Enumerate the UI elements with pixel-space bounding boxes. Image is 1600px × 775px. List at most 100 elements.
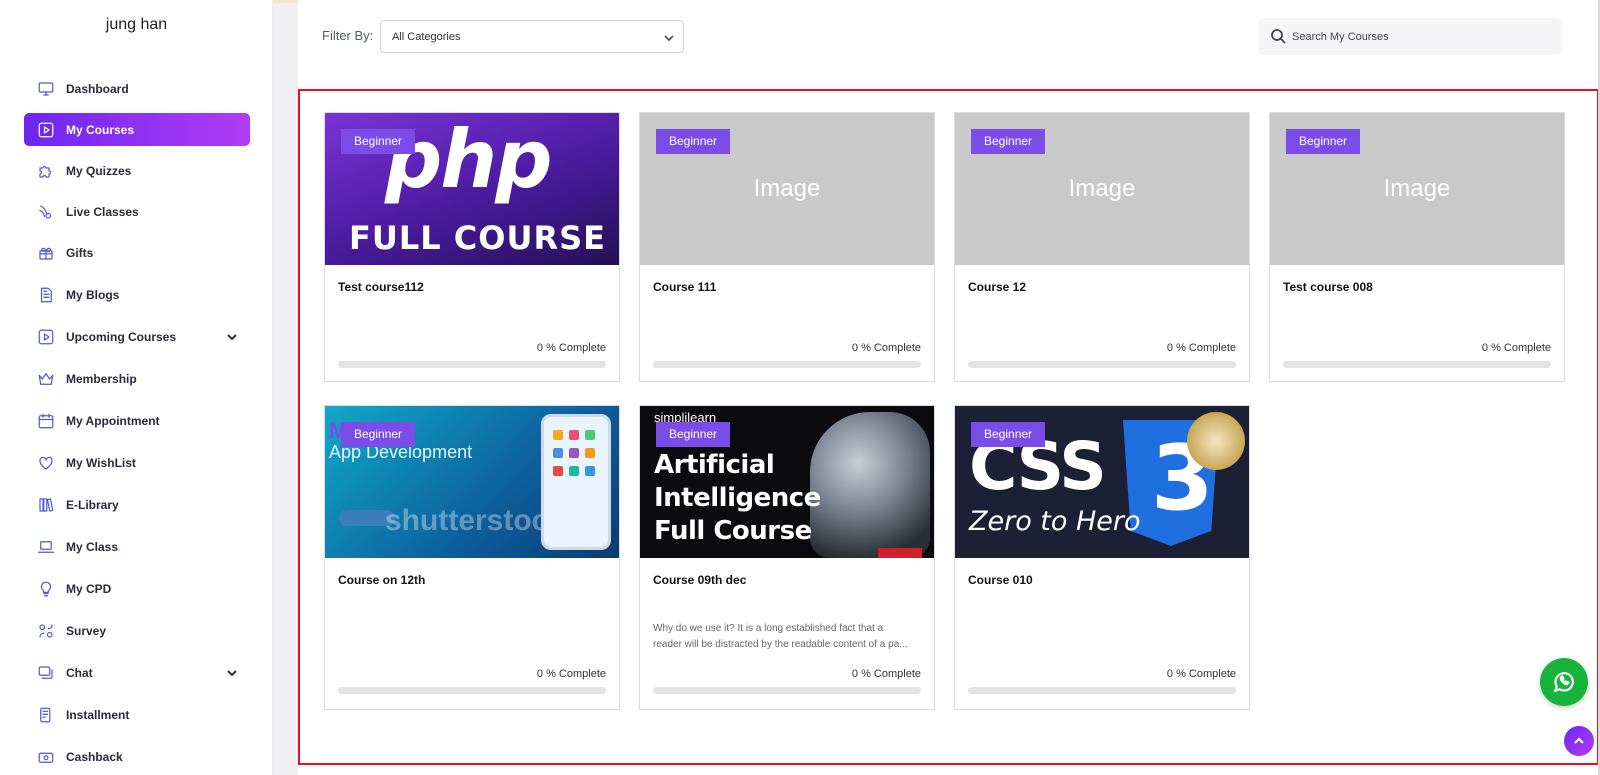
course-title[interactable]: Course 09th dec xyxy=(653,573,746,587)
user-name: jung han xyxy=(105,16,168,33)
sidebar-item-gifts[interactable]: Gifts xyxy=(24,236,250,269)
course-card[interactable]: 3 CSS Zero to Hero Beginner Course 010 0… xyxy=(954,405,1250,710)
sidebar-item-label: My Courses xyxy=(66,122,135,137)
sidebar-item-my-blogs[interactable]: My Blogs xyxy=(24,278,250,311)
whatsapp-button[interactable] xyxy=(1540,658,1588,706)
live-icon xyxy=(36,202,56,222)
sidebar-item-label: Installment xyxy=(66,707,130,722)
sidebar: jung han Dashboard My Courses My Quizzes… xyxy=(0,0,273,775)
sidebar-item-label: E-Library xyxy=(66,497,119,512)
image-placeholder-text: Image xyxy=(753,175,821,202)
search-input[interactable] xyxy=(1292,27,1542,47)
level-badge: Beginner xyxy=(1286,129,1361,154)
sidebar-item-label: My Class xyxy=(66,539,119,554)
sidebar-item-upcoming-courses[interactable]: Upcoming Courses xyxy=(24,320,250,353)
sidebar-item-my-cpd[interactable]: My CPD xyxy=(24,572,250,605)
scroll-to-top-button[interactable] xyxy=(1564,726,1594,756)
app-icon xyxy=(585,466,595,476)
level-badge: Beginner xyxy=(656,422,731,447)
sidebar-item-installment[interactable]: Installment xyxy=(24,698,250,731)
blog-icon xyxy=(36,285,56,305)
sidebar-item-label: My CPD xyxy=(66,581,112,596)
chevron-down-icon[interactable] xyxy=(226,666,238,678)
gift-icon xyxy=(36,243,56,263)
views-seal xyxy=(1187,412,1245,470)
bulb-icon xyxy=(36,579,56,599)
course-thumbnail: simplilearn Artificial Intelligence Full… xyxy=(640,406,934,558)
course-title[interactable]: Test course112 xyxy=(338,280,424,294)
course-title[interactable]: Course 010 xyxy=(968,573,1033,587)
course-title[interactable]: Course 12 xyxy=(968,280,1026,294)
sidebar-item-label: My Appointment xyxy=(66,413,160,428)
thumbnail-text: shutterstock xyxy=(385,504,566,537)
sidebar-item-membership[interactable]: Membership xyxy=(24,362,250,395)
course-card[interactable]: Mobile App Development shutterstock Begi… xyxy=(324,405,620,710)
installment-icon xyxy=(36,705,56,725)
level-badge: Beginner xyxy=(971,129,1046,154)
course-description-line: Why do we use it? It is a long establish… xyxy=(653,623,884,634)
sidebar-item-label: Chat xyxy=(66,665,93,680)
course-card[interactable]: Image Beginner Test course 008 0 % Compl… xyxy=(1269,112,1565,382)
calendar-icon xyxy=(36,411,56,431)
play-square-icon xyxy=(36,120,56,140)
progress-bar xyxy=(338,687,606,694)
sidebar-item-label: Upcoming Courses xyxy=(66,329,177,344)
sidebar-item-cashback[interactable]: Cashback xyxy=(24,740,250,773)
course-thumbnail: Image Beginner xyxy=(955,113,1249,265)
image-placeholder-text: Image xyxy=(1068,175,1136,202)
course-thumbnail: php FULL COURSE Beginner xyxy=(325,113,619,265)
sidebar-item-my-courses[interactable]: My Courses xyxy=(24,113,250,146)
course-card[interactable]: Image Beginner Course 12 0 % Complete xyxy=(954,112,1250,382)
chat-icon xyxy=(36,663,56,683)
course-thumbnail: Mobile App Development shutterstock Begi… xyxy=(325,406,619,558)
sidebar-item-my-wishlist[interactable]: My WishList xyxy=(24,446,250,479)
course-thumbnail: 3 CSS Zero to Hero Beginner xyxy=(955,406,1249,558)
thumbnail-text: php xyxy=(385,113,552,206)
thumbnail-text: Intelligence xyxy=(654,483,821,513)
course-title[interactable]: Course 111 xyxy=(653,280,716,294)
progress-text: 0 % Complete xyxy=(536,668,606,680)
course-title[interactable]: Test course 008 xyxy=(1283,280,1373,294)
progress-bar xyxy=(653,687,921,694)
image-placeholder-text: Image xyxy=(1383,175,1451,202)
level-badge: Beginner xyxy=(341,422,416,447)
app-icon xyxy=(553,466,563,476)
progress-text: 0 % Complete xyxy=(851,668,921,680)
search-icon xyxy=(1270,28,1286,44)
search-box xyxy=(1258,18,1562,55)
sidebar-item-label: My Blogs xyxy=(66,287,120,302)
sidebar-item-dashboard[interactable]: Dashboard xyxy=(24,72,250,105)
laptop-icon xyxy=(36,537,56,557)
progress-text: 0 % Complete xyxy=(1166,342,1236,354)
sidebar-item-label: Survey xyxy=(66,623,107,638)
app-icon xyxy=(585,448,595,458)
chevron-up-icon xyxy=(1574,737,1584,744)
cashback-icon xyxy=(36,747,56,767)
sidebar-item-label: Live Classes xyxy=(66,204,139,219)
sidebar-item-label: Dashboard xyxy=(66,81,129,96)
sidebar-item-label: Gifts xyxy=(66,245,94,260)
app-icon xyxy=(569,430,579,440)
course-card[interactable]: Image Beginner Course 111 0 % Complete xyxy=(639,112,935,382)
thumbnail-text: Zero to Hero xyxy=(969,506,1141,537)
course-thumbnail: Image Beginner xyxy=(640,113,934,265)
main-content: Filter By: All Categories php FULL COURS… xyxy=(298,0,1600,775)
course-card[interactable]: simplilearn Artificial Intelligence Full… xyxy=(639,405,935,710)
sidebar-item-e-library[interactable]: E-Library xyxy=(24,488,250,521)
sidebar-item-chat[interactable]: Chat xyxy=(24,656,250,689)
course-title[interactable]: Course on 12th xyxy=(338,573,425,587)
sidebar-item-survey[interactable]: Survey xyxy=(24,614,250,647)
sidebar-item-live-classes[interactable]: Live Classes xyxy=(24,195,250,228)
app-icon xyxy=(569,448,579,458)
level-badge: Beginner xyxy=(971,422,1046,447)
puzzle-icon xyxy=(36,161,56,181)
course-thumbnail: Image Beginner xyxy=(1270,113,1564,265)
course-card[interactable]: php FULL COURSE Beginner Test course112 … xyxy=(324,112,620,382)
sidebar-item-my-class[interactable]: My Class xyxy=(24,530,250,563)
chevron-down-icon[interactable] xyxy=(226,330,238,342)
sidebar-item-my-appointment[interactable]: My Appointment xyxy=(24,404,250,437)
level-badge: Beginner xyxy=(656,129,731,154)
sidebar-item-my-quizzes[interactable]: My Quizzes xyxy=(24,154,250,187)
category-filter-select[interactable]: All Categories xyxy=(380,20,684,53)
play-square-icon xyxy=(36,327,56,347)
